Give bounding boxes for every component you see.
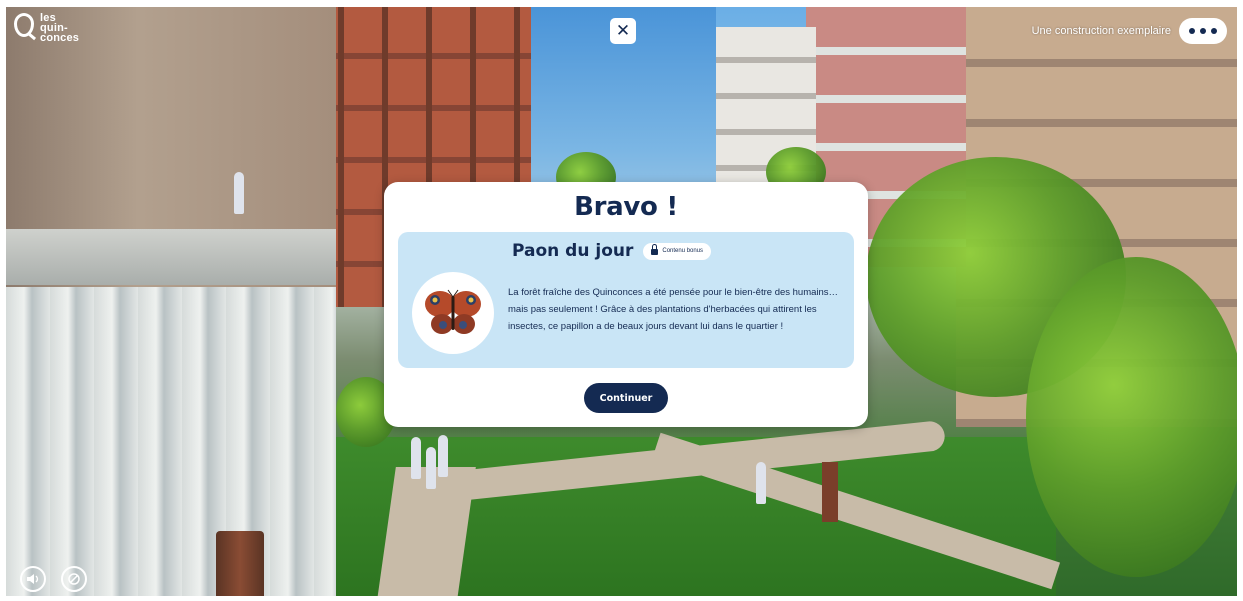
chapter-label[interactable]: Une construction exemplaire (1032, 25, 1171, 37)
audio-icon (27, 574, 39, 584)
person-figure (411, 437, 421, 479)
card-description: La forêt fraîche des Quinconces a été pe… (508, 287, 839, 332)
building-left-glass (6, 287, 336, 596)
reward-modal: Bravo ! Paon du jour Contenu bonus La fo… (384, 182, 868, 427)
bonus-badge: Contenu bonus (643, 242, 712, 260)
card-heading: Paon du jour Contenu bonus (512, 241, 712, 261)
badge-label: Contenu bonus (662, 248, 704, 254)
close-icon: ✕ (615, 21, 631, 41)
logo-line: conces (40, 32, 80, 44)
lock-icon (651, 244, 659, 255)
modal-title: Bravo ! (574, 192, 678, 222)
logo[interactable]: les quin- conces (14, 13, 80, 44)
close-button[interactable]: ✕ (610, 18, 636, 44)
more-dots-icon (1200, 28, 1206, 34)
post (822, 462, 838, 522)
butterfly-avatar (412, 272, 494, 354)
card-title: Paon du jour (512, 241, 634, 261)
person-figure (426, 447, 436, 489)
top-right-controls: Une construction exemplaire (1032, 18, 1227, 44)
trash-bin (216, 531, 264, 596)
more-dots-icon (1211, 28, 1217, 34)
person-figure (234, 172, 244, 214)
logo-text: les quin- conces (40, 13, 80, 44)
continue-button[interactable]: Continuer (584, 383, 668, 413)
butterfly-icon (425, 289, 481, 334)
audio-button[interactable] (20, 566, 46, 592)
disable-button[interactable] (61, 566, 87, 592)
person-figure (756, 462, 766, 504)
building-left-balcony (6, 229, 336, 285)
person-figure (438, 435, 448, 477)
disable-icon (68, 573, 80, 585)
logo-icon (14, 13, 34, 37)
more-dots-icon (1189, 28, 1195, 34)
tree (1026, 257, 1237, 577)
bonus-card: Paon du jour Contenu bonus La forêt fraî… (398, 232, 854, 368)
more-button[interactable] (1179, 18, 1227, 44)
